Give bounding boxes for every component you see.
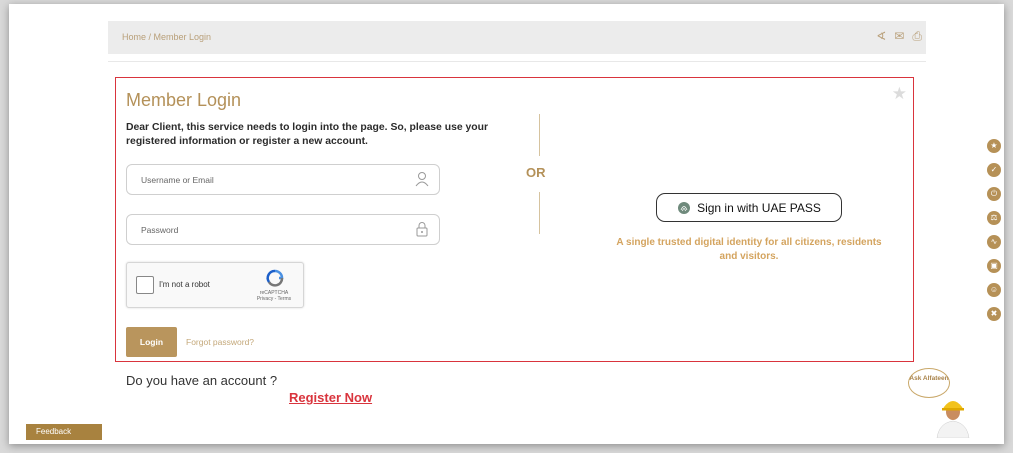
uaepass-signin-button[interactable]: Sign in with UAE PASS [656,193,842,222]
card-divider [108,61,926,70]
login-panel: Member Login ★ Dear Client, this service… [115,77,914,362]
login-intro-text: Dear Client, this service needs to login… [126,122,489,147]
uaepass-button-label: Sign in with UAE PASS [697,200,821,215]
tools-icon[interactable]: ✖ [987,307,1001,321]
page-tools: ∢ ✉ ⎙ [876,29,922,43]
favorite-star-icon[interactable]: ★ [892,84,907,104]
feedback-tab[interactable]: Feedback [26,424,102,440]
password-input[interactable] [127,215,411,244]
or-separator: OR [526,165,546,180]
fingerprint-icon [678,201,691,214]
recaptcha-widget: I'm not a robot reCAPTCHA Privacy - Term… [126,262,304,308]
smile-icon[interactable]: ☺ [987,283,1001,297]
lock-icon [416,222,428,237]
user-icon [415,172,429,187]
share-icon[interactable]: ∢ [876,29,886,43]
print-icon[interactable]: ⎙ [912,29,922,43]
recaptcha-label: I'm not a robot [159,280,210,289]
star-icon[interactable]: ★ [987,139,1001,153]
uaepass-description: A single trusted digital identity for al… [616,237,882,262]
divider-top [539,114,540,156]
side-toolbar: ★ ✓ ⏻ ⚖ ∿ ▣ ☺ ✖ [987,139,1001,321]
breadcrumb-bar: Home / Member Login ∢ ✉ ⎙ [108,21,926,54]
forgot-password-link[interactable]: Forgot password? [186,337,254,347]
car-icon[interactable]: ▣ [987,259,1001,273]
password-field[interactable] [126,214,440,245]
assistant-avatar-icon[interactable] [933,393,973,438]
rss-icon[interactable]: ∿ [987,235,1001,249]
recaptcha-checkbox[interactable] [136,276,154,294]
account-question: Do you have an account ? [126,373,278,388]
username-input[interactable] [127,165,411,194]
register-now-link[interactable]: Register Now [289,390,372,405]
page-title: Member Login [126,90,242,110]
check-icon[interactable]: ✓ [987,163,1001,177]
recaptcha-logo-icon [266,269,284,287]
divider-bottom [539,192,540,234]
cart-icon[interactable]: ⚖ [987,211,1001,225]
power-icon[interactable]: ⏻ [987,187,1001,201]
mail-icon[interactable]: ✉ [894,29,904,43]
username-field[interactable] [126,164,440,195]
recaptcha-brand: reCAPTCHA Privacy - Terms [256,290,292,302]
login-button[interactable]: Login [126,327,177,357]
breadcrumb[interactable]: Home / Member Login [122,32,211,42]
